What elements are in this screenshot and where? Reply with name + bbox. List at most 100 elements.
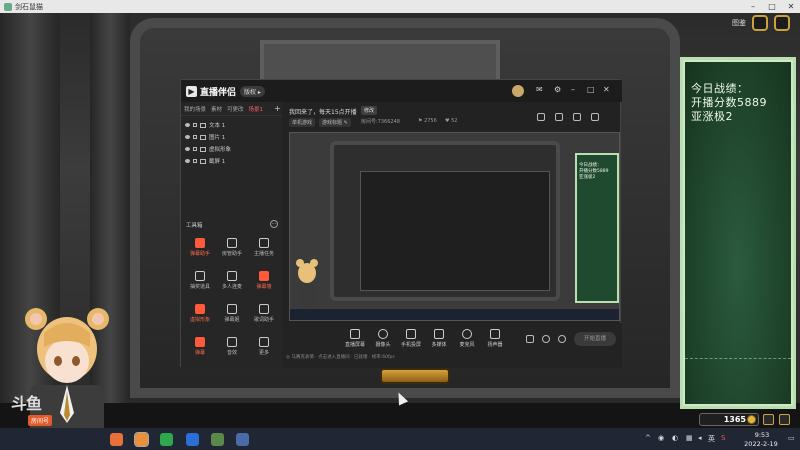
category-tag[interactable]: 单机游戏 bbox=[289, 118, 316, 127]
coin-icon bbox=[747, 415, 756, 424]
eye-icon[interactable] bbox=[185, 135, 190, 139]
source-item[interactable]: 虚拟形象 bbox=[181, 143, 282, 155]
tab-my-scenes[interactable]: 我的场景 bbox=[184, 105, 206, 113]
tool-danmaku-helper[interactable]: 弹幕助手 bbox=[185, 238, 215, 264]
max-icon[interactable]: □ bbox=[587, 85, 595, 94]
lock-icon[interactable] bbox=[193, 135, 197, 139]
notice-icon[interactable] bbox=[573, 113, 581, 121]
source-label: 截屏 1 bbox=[209, 159, 226, 165]
camera-icon bbox=[378, 329, 388, 339]
tool-danmaku-ji[interactable]: 弹幕姬 bbox=[217, 304, 247, 330]
source-label: 文本 1 bbox=[209, 123, 226, 129]
eye-icon[interactable] bbox=[542, 335, 550, 343]
tool-tasks[interactable]: 主播任务 bbox=[249, 238, 279, 264]
clock-time[interactable]: 9:53 bbox=[747, 431, 777, 439]
camera-button[interactable]: 摄像头 bbox=[368, 329, 398, 348]
media-button[interactable]: 多媒体 bbox=[424, 329, 454, 348]
tray-icon[interactable]: ◐ bbox=[672, 434, 678, 442]
source-item[interactable]: 图片 1 bbox=[181, 131, 282, 143]
game-tag[interactable]: 游戏标题 ✎ bbox=[319, 118, 351, 127]
mic-button[interactable]: 麦克风 bbox=[452, 329, 482, 348]
share-icon[interactable] bbox=[537, 113, 545, 121]
toolbox-more-button[interactable]: ⋯ bbox=[270, 220, 278, 228]
tool-multi-mic[interactable]: 多人连麦 bbox=[217, 271, 247, 297]
phone-cast-button[interactable]: 手机投屏 bbox=[396, 329, 426, 348]
chat-icon bbox=[195, 337, 205, 347]
tool-more[interactable]: 更多 bbox=[249, 337, 279, 363]
tool-danmaku[interactable]: 弹幕 bbox=[185, 337, 215, 363]
close-icon[interactable]: ✕ bbox=[603, 85, 610, 94]
codex-label[interactable]: 图鉴 bbox=[732, 18, 746, 28]
video-icon[interactable] bbox=[526, 335, 534, 343]
tool-sound[interactable]: 音效 bbox=[217, 337, 247, 363]
tool-lottery[interactable]: 抽奖道具 bbox=[185, 271, 215, 297]
tool-virtual-avatar[interactable]: 虚拟形象 bbox=[185, 304, 215, 330]
taskbar-app-icon[interactable] bbox=[110, 433, 123, 446]
codex-icon[interactable] bbox=[752, 15, 768, 31]
speaker-icon bbox=[490, 329, 500, 339]
wechat-icon[interactable] bbox=[160, 433, 173, 446]
source-item[interactable]: 文本 1 bbox=[181, 119, 282, 131]
left-panel: 我的场景 素材 可更改 场景1 + 文本 1 图片 1 虚拟形象 截屏 1 工具… bbox=[181, 102, 282, 368]
volume-icon[interactable]: ◂ bbox=[698, 434, 702, 442]
taskbar-app-icon[interactable] bbox=[134, 432, 149, 447]
mic-icon bbox=[227, 271, 237, 281]
close-button[interactable]: ✕ bbox=[782, 0, 800, 13]
minimize-button[interactable]: – bbox=[744, 0, 762, 13]
source-item[interactable]: 截屏 1 bbox=[181, 155, 282, 167]
mail-icon[interactable]: ✉ bbox=[536, 85, 543, 94]
app-icon[interactable] bbox=[236, 433, 249, 446]
network-icon[interactable]: ▦ bbox=[686, 434, 693, 442]
tool-room-manager[interactable]: 房管助手 bbox=[217, 238, 247, 264]
tab-materials[interactable]: 素材 bbox=[211, 105, 222, 113]
antivirus-icon[interactable]: S bbox=[721, 434, 725, 442]
eye-icon[interactable] bbox=[185, 147, 190, 151]
room-info: 房间号:7366248 bbox=[361, 119, 400, 125]
preview-avatar bbox=[296, 259, 318, 311]
tool-danmaku-wall[interactable]: 弹幕墙 bbox=[249, 271, 279, 297]
leaf-decoration bbox=[685, 358, 791, 398]
tab-editable[interactable]: 可更改 bbox=[227, 105, 244, 113]
clock-date[interactable]: 2022-2-19 bbox=[737, 440, 785, 448]
eye-icon[interactable] bbox=[185, 159, 190, 163]
source-label: 图片 1 bbox=[209, 135, 226, 141]
tray-icon[interactable]: ◉ bbox=[658, 434, 664, 442]
min-icon[interactable]: – bbox=[571, 85, 575, 94]
shop-icon[interactable] bbox=[763, 414, 774, 425]
speaker-button[interactable]: 扬声器 bbox=[480, 329, 510, 348]
lock-icon[interactable] bbox=[193, 123, 197, 127]
gift-count: ♥ 52 bbox=[445, 118, 458, 124]
toolbox-title: 工具箱 bbox=[186, 223, 203, 229]
lock-icon[interactable] bbox=[193, 147, 197, 151]
start-live-button[interactable]: 开始直播 bbox=[574, 332, 616, 346]
gear-icon[interactable] bbox=[558, 335, 566, 343]
record-icon[interactable] bbox=[555, 113, 563, 121]
eye-icon[interactable] bbox=[185, 123, 190, 127]
edit-title-button[interactable]: 修改 bbox=[361, 106, 378, 115]
stream-preview[interactable]: 今日战绩： 开播分数5889 亚涨极2 bbox=[289, 132, 620, 321]
lock-icon[interactable] bbox=[193, 159, 197, 163]
user-avatar[interactable] bbox=[512, 85, 524, 97]
tab-scene-1[interactable]: 场景1 bbox=[249, 105, 264, 113]
screen-capture-button[interactable]: 直播屏幕 bbox=[340, 329, 370, 348]
link-icon[interactable] bbox=[591, 113, 599, 121]
live-title: 我回来了，每天15点开播 bbox=[289, 109, 357, 116]
maximize-button[interactable]: □ bbox=[763, 0, 781, 13]
browser-icon[interactable] bbox=[186, 433, 199, 446]
settings-icon[interactable] bbox=[774, 15, 790, 31]
wall-icon bbox=[259, 271, 269, 281]
source-list: 文本 1 图片 1 虚拟形象 截屏 1 bbox=[181, 116, 282, 167]
tool-lyrics[interactable]: 歌词助手 bbox=[249, 304, 279, 330]
ime-label[interactable]: 英 bbox=[708, 434, 715, 444]
notification-icon[interactable]: ▭ bbox=[788, 434, 795, 442]
screen: 剑石鼠猫 – □ ✕ 图鉴 今日战绩： 开播分数5889 亚涨极2 ▶ 直播伴侣… bbox=[0, 0, 800, 450]
phone-icon bbox=[406, 329, 416, 339]
stream-app-titlebar: ▶ 直播伴侣 版权 ▸ ✉ ⚙ – □ ✕ bbox=[181, 80, 622, 102]
chevron-up-icon[interactable]: ^ bbox=[645, 434, 651, 442]
add-scene-button[interactable]: + bbox=[274, 104, 281, 113]
version-badge[interactable]: 版权 ▸ bbox=[240, 85, 265, 97]
menu-icon[interactable] bbox=[779, 414, 790, 425]
settings-icon[interactable]: ⚙ bbox=[554, 85, 561, 94]
game-icon[interactable] bbox=[211, 433, 224, 446]
preview-scoreboard-text: 今日战绩： 开播分数5889 亚涨极2 bbox=[579, 163, 609, 180]
